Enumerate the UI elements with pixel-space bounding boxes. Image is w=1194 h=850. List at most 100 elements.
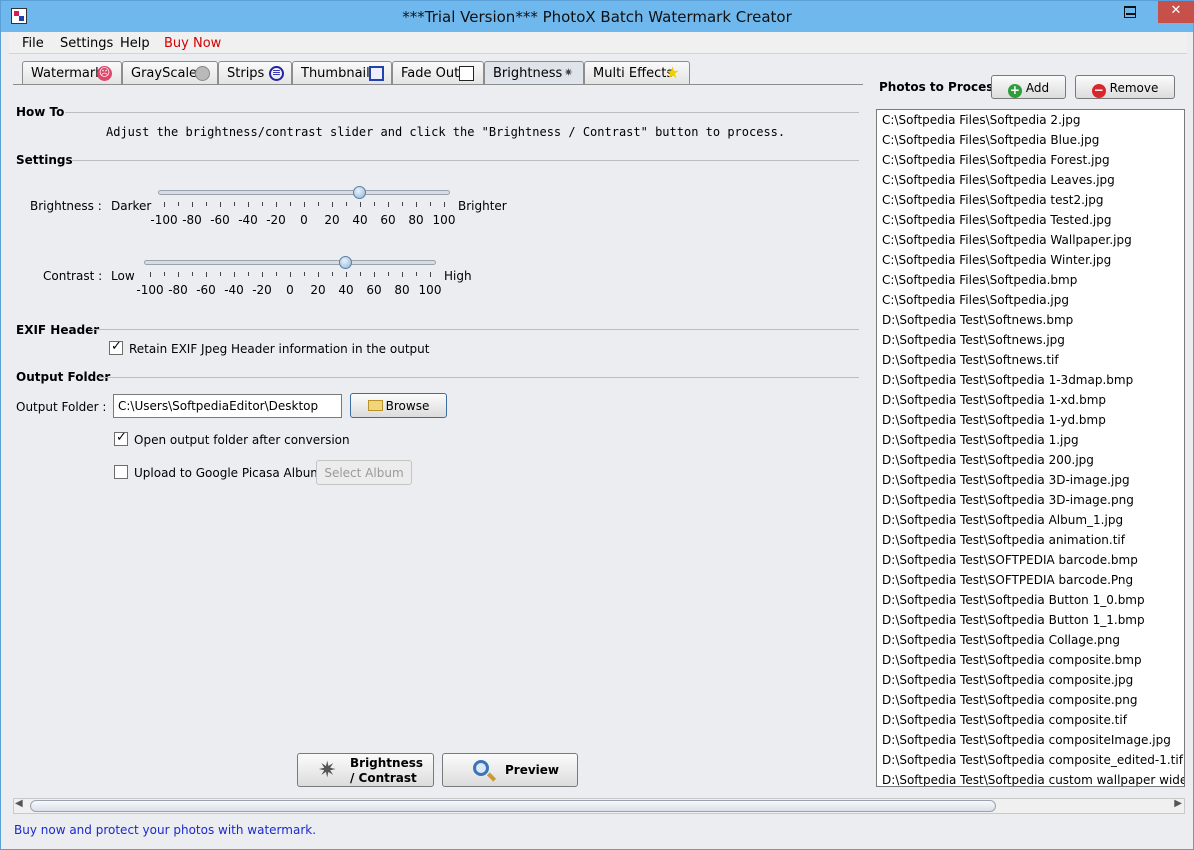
list-item[interactable]: C:\Softpedia Files\Softpedia.jpg [882,293,1069,307]
contrast-thumb[interactable] [339,256,352,269]
slider-tick [276,202,277,207]
photos-list[interactable]: C:\Softpedia Files\Softpedia 2.jpg C:\Sof… [876,109,1185,787]
list-item[interactable]: D:\Softpedia Test\Softpedia 1-yd.bmp [882,413,1106,427]
add-button[interactable]: + Add [991,75,1066,99]
tab-fade-out[interactable]: Fade Out [392,61,484,85]
horizontal-scrollbar[interactable]: ◀ ▶ [13,798,1185,814]
contrast-label: Contrast : [43,269,103,283]
list-item[interactable]: D:\Softpedia Test\Softnews.jpg [882,333,1065,347]
list-item[interactable]: D:\Softpedia Test\Softpedia composite.bm… [882,653,1142,667]
output-folder-input[interactable]: C:\Users\SoftpediaEditor\Desktop [113,394,342,418]
tab-strips[interactable]: Strips ≡ [218,61,292,85]
list-item[interactable]: D:\Softpedia Test\Softpedia Button 1_1.b… [882,613,1145,627]
list-item[interactable]: D:\Softpedia Test\Softpedia composite_ed… [882,753,1183,767]
list-item[interactable]: D:\Softpedia Test\Softpedia custom wallp… [882,773,1184,786]
maximize-button[interactable] [1118,1,1144,23]
remove-button[interactable]: − Remove [1075,75,1175,99]
list-item[interactable]: D:\Softpedia Test\SOFTPEDIA barcode.Png [882,573,1133,587]
window-title: ***Trial Version*** PhotoX Batch Waterma… [402,8,792,26]
menu-file[interactable]: File [22,36,44,51]
brightness-label: Brightness : [30,199,102,213]
list-item[interactable]: D:\Softpedia Test\Softpedia composite.pn… [882,693,1138,707]
darker-label: Darker [111,199,152,213]
list-item[interactable]: C:\Softpedia Files\Softpedia Leaves.jpg [882,173,1115,187]
slider-tick [304,202,305,207]
slider-tick [248,202,249,207]
howto-title: How To [16,105,65,119]
retain-exif-checkbox[interactable] [109,339,123,355]
list-item[interactable]: C:\Softpedia Files\Softpedia Winter.jpg [882,253,1111,267]
picasa-checkbox[interactable] [114,465,128,479]
magnifier-handle [486,772,497,782]
list-item[interactable]: C:\Softpedia Files\Softpedia.bmp [882,273,1077,287]
tab-grayscale[interactable]: GrayScale [122,61,218,85]
slider-tick-label: 60 [380,213,396,227]
list-item[interactable]: C:\Softpedia Files\Softpedia Forest.jpg [882,153,1110,167]
browse-button[interactable]: Browse [350,393,447,418]
list-item[interactable]: C:\Softpedia Files\Softpedia 2.jpg [882,113,1080,127]
brightness-contrast-button[interactable]: ✷ Brightness / Contrast [297,753,434,787]
close-button[interactable]: ✕ [1158,1,1194,23]
scroll-right-icon[interactable]: ▶ [1174,798,1182,809]
slider-tick-label: 0 [300,213,308,227]
list-item[interactable]: D:\Softpedia Test\Softpedia 1-3dmap.bmp [882,373,1133,387]
slider-tick [164,202,165,207]
scroll-left-icon[interactable]: ◀ [15,798,23,809]
contrast-slider[interactable]: -100 -80 -60 -40 -20 0 20 40 60 80 100 [136,255,441,301]
list-item[interactable]: D:\Softpedia Test\SOFTPEDIA barcode.bmp [882,553,1138,567]
menu-help[interactable]: Help [120,36,150,51]
slider-tick [402,272,403,277]
tab-label: Fade Out [401,66,460,81]
howto-text: Adjust the brightness/contrast slider an… [106,125,786,139]
brightness-thumb[interactable] [353,186,366,199]
list-item[interactable]: D:\Softpedia Test\Softpedia compositeIma… [882,733,1171,747]
preview-label: Preview [505,763,560,777]
slider-tick [416,202,417,207]
list-item[interactable]: D:\Softpedia Test\Softpedia composite.jp… [882,673,1133,687]
tab-label: Strips [227,66,265,81]
list-item[interactable]: D:\Softpedia Test\Softpedia 3D-image.jpg [882,473,1130,487]
slider-tick [374,272,375,277]
list-item[interactable]: C:\Softpedia Files\Softpedia Wallpaper.j… [882,233,1132,247]
tab-brightness[interactable]: Brightness ✷ [484,61,584,85]
list-item[interactable]: D:\Softpedia Test\Softnews.tif [882,353,1059,367]
brightness-slider[interactable]: -100 -80 -60 -40 -20 0 20 40 60 80 100 [150,185,455,231]
list-item[interactable]: D:\Softpedia Test\Softpedia 200.jpg [882,453,1094,467]
tab-thumbnail[interactable]: Thumbnail [292,61,392,85]
list-item[interactable]: D:\Softpedia Test\Softpedia composite.ti… [882,713,1127,727]
slider-minor-tick [262,202,263,206]
list-item[interactable]: D:\Softpedia Test\Softpedia 1.jpg [882,433,1079,447]
tab-watermark[interactable]: Watermark ☹ [22,61,122,85]
add-icon: + [1007,83,1022,98]
slider-tick [388,202,389,207]
preview-button[interactable]: Preview [442,753,578,787]
section-separator [91,329,859,330]
fade-out-icon [459,66,474,81]
slider-minor-tick [220,272,221,276]
scrollbar-thumb[interactable] [30,800,996,812]
slider-minor-tick [318,202,319,206]
slider-tick-label: 20 [324,213,340,227]
output-title: Output Folder [16,370,111,384]
list-item[interactable]: C:\Softpedia Files\Softpedia Blue.jpg [882,133,1099,147]
list-item[interactable]: D:\Softpedia Test\Softnews.bmp [882,313,1073,327]
list-item[interactable]: C:\Softpedia Files\Softpedia test2.jpg [882,193,1104,207]
folder-icon [367,400,383,411]
list-item[interactable]: D:\Softpedia Test\Softpedia Button 1_0.b… [882,593,1145,607]
slider-minor-tick [192,272,193,276]
tab-label: GrayScale [131,66,198,81]
list-item[interactable]: C:\Softpedia Files\Softpedia Tested.jpg [882,213,1111,227]
tab-multi-effects[interactable]: Multi Effects ★ [584,61,690,85]
list-item[interactable]: D:\Softpedia Test\Softpedia animation.ti… [882,533,1125,547]
menu-settings[interactable]: Settings [60,36,113,51]
list-item[interactable]: D:\Softpedia Test\Softpedia 3D-image.png [882,493,1134,507]
list-item[interactable]: D:\Softpedia Test\Softpedia Collage.png [882,633,1120,647]
open-folder-checkbox[interactable] [114,430,128,446]
tab-label: Multi Effects [593,66,674,81]
slider-tick-label: 80 [394,283,410,297]
menu-buy-now[interactable]: Buy Now [164,36,221,51]
select-album-button[interactable]: Select Album [316,460,412,485]
list-item[interactable]: D:\Softpedia Test\Softpedia Album_1.jpg [882,513,1123,527]
list-item[interactable]: D:\Softpedia Test\Softpedia 1-xd.bmp [882,393,1106,407]
slider-tick-label: -60 [210,213,230,227]
